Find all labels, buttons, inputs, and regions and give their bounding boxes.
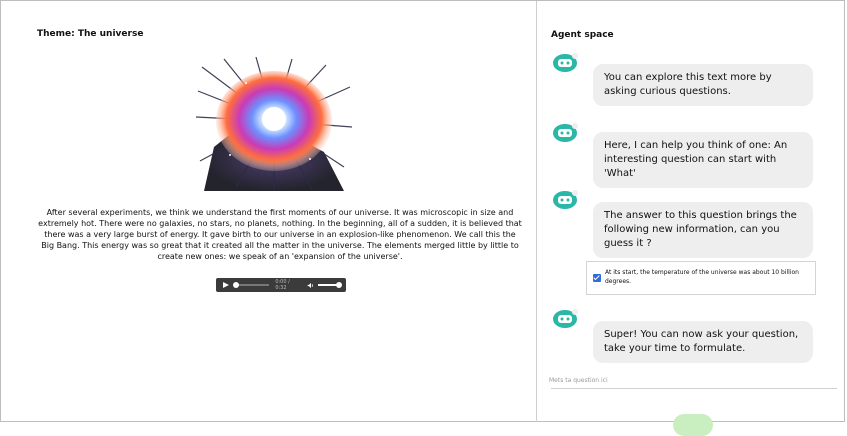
robot-avatar-icon [553, 123, 578, 142]
info-text: At its start, the temperature of the uni… [605, 269, 799, 285]
robot-avatar-icon [553, 53, 578, 72]
input-underline [551, 388, 837, 389]
audio-progress-bar[interactable] [233, 282, 270, 288]
play-icon[interactable] [223, 282, 229, 288]
checkbox-checked[interactable] [593, 274, 601, 282]
volume-icon[interactable] [307, 282, 314, 289]
info-card[interactable]: At its start, the temperature of the uni… [586, 261, 816, 295]
audio-player[interactable]: 0:00 / 0:32 [216, 278, 346, 292]
robot-avatar-icon [553, 309, 578, 328]
send-button[interactable] [673, 414, 713, 436]
lesson-paragraph: After several experiments, we think we u… [38, 208, 522, 261]
audio-time: 0:00 / 0:32 [275, 279, 290, 291]
agent-message-3: The answer to this question brings the f… [593, 202, 813, 258]
question-input[interactable] [549, 374, 829, 386]
lesson-panel: Theme: The universe After several experi… [1, 1, 536, 422]
robot-avatar-icon [553, 190, 578, 209]
audio-progress-knob[interactable] [233, 282, 239, 288]
agent-message-4: Super! You can now ask your question, ta… [593, 321, 813, 363]
agent-message-1: You can explore this text more by asking… [593, 64, 813, 106]
agent-space-title: Agent space [551, 30, 614, 40]
agent-message-2: Here, I can help you think of one: An in… [593, 132, 813, 188]
volume-slider[interactable] [318, 282, 342, 288]
agent-panel: Agent space You can explore this text mo… [537, 1, 844, 436]
volume-knob[interactable] [336, 282, 342, 288]
big-bang-image [194, 57, 354, 191]
theme-title: Theme: The universe [37, 29, 144, 39]
